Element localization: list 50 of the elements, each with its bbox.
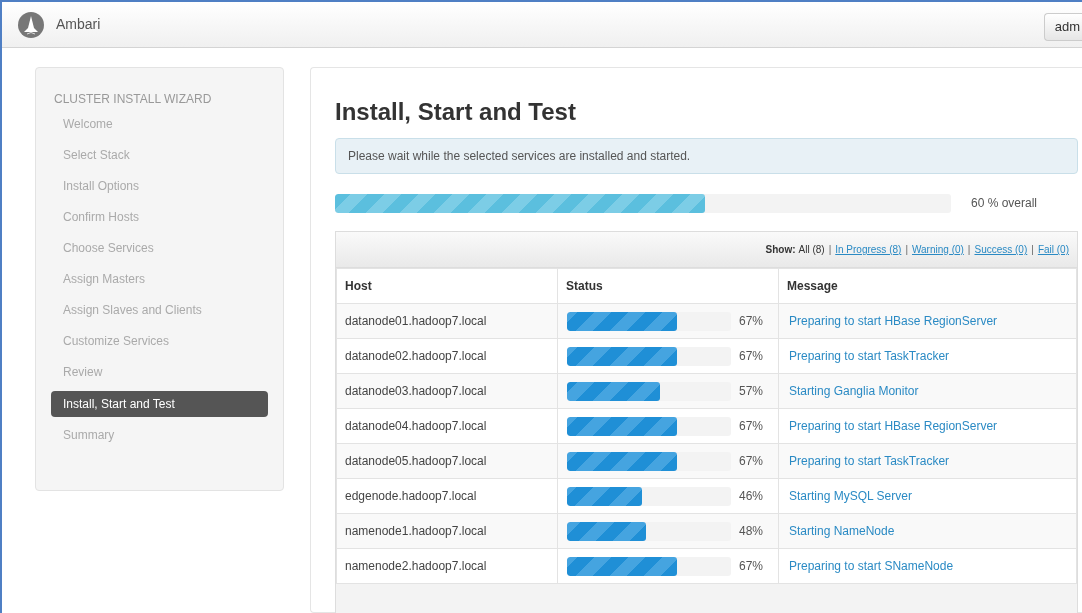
wizard-step[interactable]: Install, Start and Test (51, 391, 268, 417)
wizard-step[interactable]: Assign Masters (53, 267, 266, 292)
logo-icon (18, 11, 44, 38)
filter-link[interactable]: All (8) (798, 242, 825, 257)
progress-reading: 48% (739, 523, 764, 540)
wizard-step[interactable]: Review (53, 360, 266, 385)
user-menu-button[interactable]: adm (1043, 12, 1082, 41)
filter-label: Show: (765, 243, 796, 257)
table-cell: datanode05.hadoop7.local (336, 443, 558, 479)
progress-reading: 46% (739, 488, 764, 505)
sidebar-title: CLUSTER INSTALL WIZARD (53, 91, 213, 108)
column-header: Message (778, 268, 1077, 304)
wizard-step[interactable]: Select Stack (53, 143, 266, 168)
table-cell: datanode02.hadoop7.local (336, 338, 558, 374)
filter-link[interactable]: Warning (0) (912, 242, 964, 257)
message-link[interactable]: Starting MySQL Server (789, 489, 912, 503)
column-header: Host (336, 268, 558, 304)
filter-link[interactable]: In Progress (8) (835, 242, 902, 257)
table-cell: datanode01.hadoop7.local (336, 303, 558, 339)
message-link[interactable]: Starting NameNode (789, 524, 895, 538)
brand-name: Ambari (56, 15, 101, 34)
message-link[interactable]: Starting Ganglia Monitor (789, 384, 919, 398)
column-header: Status (557, 268, 779, 304)
wizard-step[interactable]: Confirm Hosts (53, 205, 266, 230)
wizard-step[interactable]: Welcome (53, 112, 266, 137)
wizard-step[interactable]: Assign Slaves and Clients (53, 298, 266, 323)
progress-reading: 67% (739, 558, 764, 575)
progress-reading: 67% (739, 313, 764, 330)
filter-link[interactable]: Fail (0) (1037, 242, 1069, 257)
table-cell: namenode2.hadoop7.local (336, 548, 558, 584)
progress-reading: 67% (739, 418, 764, 435)
wizard-step[interactable]: Summary (53, 423, 266, 448)
filter-separator: | (828, 243, 832, 257)
page-title: Install, Start and Test (335, 97, 577, 127)
wizard-step[interactable]: Install Options (53, 174, 266, 199)
filter-separator: | (1031, 243, 1034, 257)
table-cell: datanode04.hadoop7.local (336, 408, 558, 444)
filter-separator: | (905, 243, 908, 257)
progress-reading: 57% (739, 383, 764, 400)
filter-link[interactable]: Success (0) (974, 242, 1028, 257)
wizard-step[interactable]: Customize Services (53, 329, 266, 354)
table-cell: datanode03.hadoop7.local (336, 373, 558, 409)
filter-separator: | (967, 243, 971, 257)
table-cell: namenode1.hadoop7.local (336, 513, 558, 549)
overall-progress-reading: 60 % overall (971, 195, 1038, 212)
progress-reading: 67% (739, 348, 764, 365)
table-cell: edgenode.hadoop7.local (336, 478, 558, 514)
info-alert: Please wait while the selected services are installed and started. (335, 138, 1078, 174)
wizard-step[interactable]: Choose Services (53, 236, 266, 261)
progress-reading: 67% (739, 453, 764, 470)
